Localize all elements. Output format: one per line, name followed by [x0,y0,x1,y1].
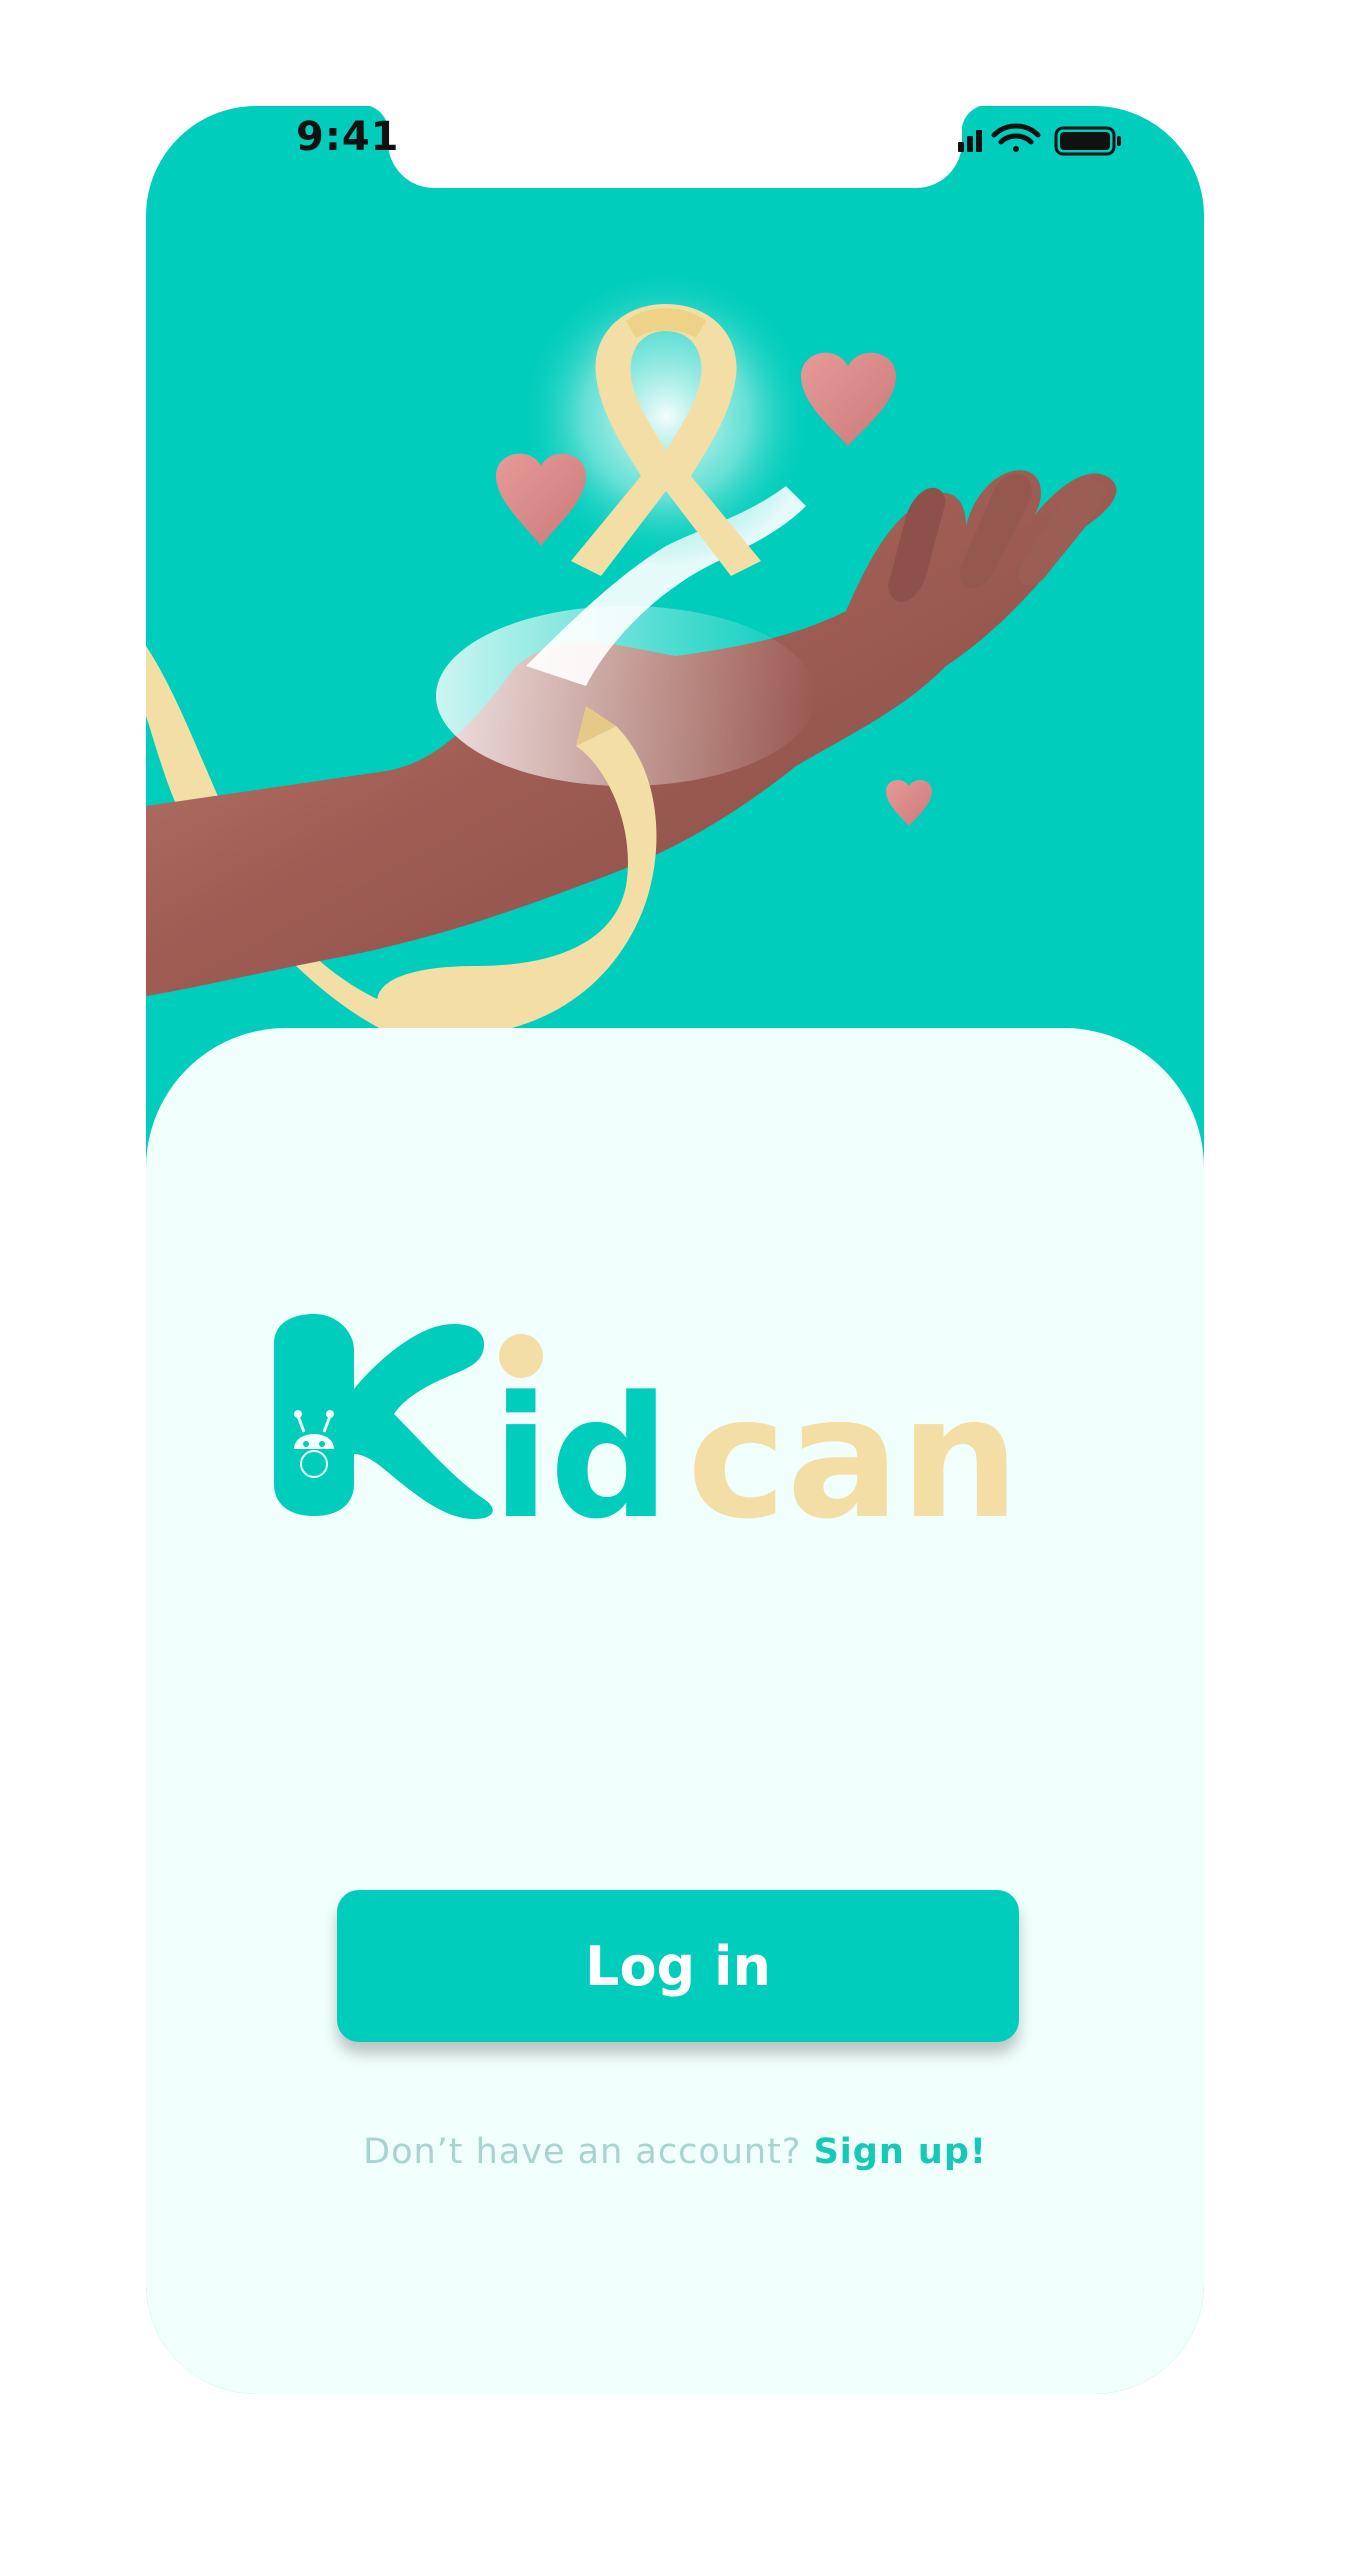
logo-text-secondary: can [687,1360,1020,1524]
content-card [146,1028,1204,2394]
status-icons [958,123,1121,156]
status-time: 9:41 [296,114,400,160]
kidcan-logo: id can [274,1314,1020,1524]
notch [361,106,989,188]
signal-icon [958,130,982,152]
signup-link[interactable]: Sign up! [814,2132,987,2172]
signup-line: Don’t have an account? Sign up! [146,2132,1204,2172]
logo-text-primary: id [492,1360,670,1524]
logo-k-shape [274,1314,493,1519]
battery-icon [1054,126,1121,156]
phone-screen: 9:41 id can Log in Don’t have an account… [146,106,1204,2394]
hero-illustration [146,266,1117,1038]
login-button[interactable]: Log in [337,1890,1019,2042]
signup-prompt: Don’t have an account? [363,2132,802,2172]
wifi-icon [991,123,1041,152]
